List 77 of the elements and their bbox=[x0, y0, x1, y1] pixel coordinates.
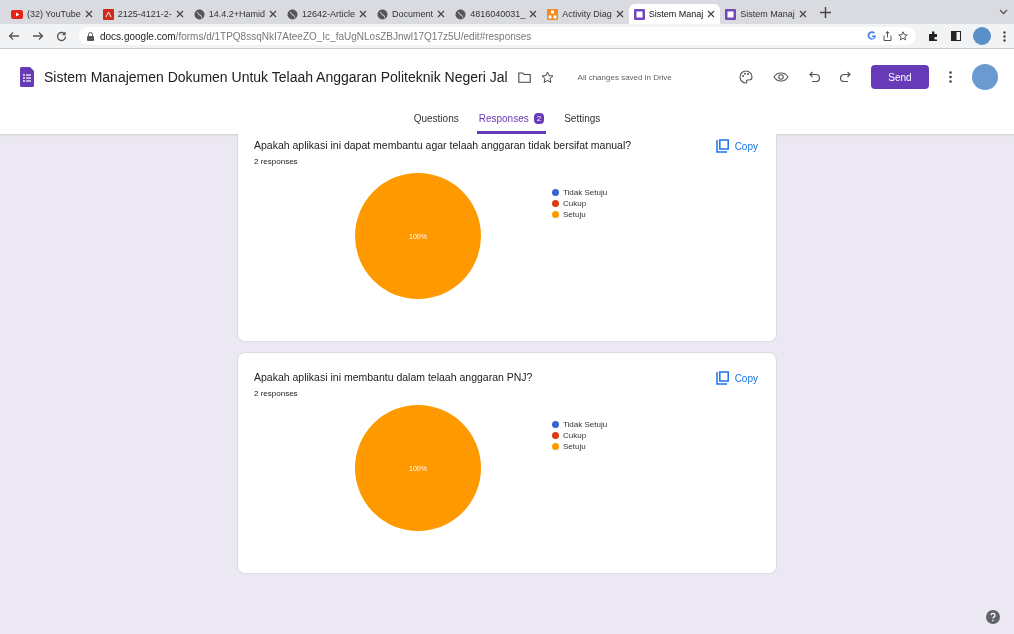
document-icon bbox=[102, 8, 114, 20]
close-icon[interactable] bbox=[529, 10, 538, 18]
question-text: Apakah aplikasi ini dapat membantu agar telaah anggaran tidak bersifat manual? bbox=[254, 139, 632, 151]
avatar[interactable] bbox=[972, 64, 998, 90]
legend-dot bbox=[552, 200, 559, 207]
response-count: 2 responses bbox=[254, 389, 299, 398]
close-icon[interactable] bbox=[437, 10, 446, 18]
forward-arrow-icon[interactable] bbox=[32, 31, 44, 41]
close-icon[interactable] bbox=[175, 10, 184, 18]
address-field[interactable]: docs.google.com/forms/d/1TPQ8ssqNkI7AteeZO_Ic_faUgNLosZBJnwl17Q17z5U/edit#responses bbox=[79, 27, 916, 45]
panel-icon[interactable] bbox=[951, 31, 961, 41]
more-vertical-icon[interactable] bbox=[949, 71, 952, 83]
video-play-icon bbox=[11, 9, 23, 19]
copy-button[interactable]: Copy bbox=[715, 139, 758, 153]
browser-tab[interactable]: Document bbox=[372, 4, 451, 24]
close-icon[interactable] bbox=[707, 10, 716, 18]
copy-button[interactable]: Copy bbox=[715, 371, 758, 385]
legend-label: Tidak Setuju bbox=[563, 188, 608, 197]
close-icon[interactable] bbox=[615, 10, 624, 18]
star-icon[interactable] bbox=[540, 70, 554, 84]
reload-icon[interactable] bbox=[56, 30, 67, 42]
palette-icon[interactable] bbox=[739, 70, 753, 84]
form-icon bbox=[633, 8, 645, 20]
browser-tab[interactable]: 14.4.2+Hamid bbox=[188, 4, 283, 24]
legend-dot bbox=[552, 432, 559, 439]
close-icon[interactable] bbox=[84, 10, 93, 18]
browser-tab[interactable]: Sistem Manaj bbox=[720, 4, 812, 24]
globe-icon bbox=[455, 8, 467, 20]
browser-tab[interactable]: (32) YouTube bbox=[6, 4, 98, 24]
browser-tab[interactable]: Activity Diag bbox=[542, 4, 629, 24]
help-icon[interactable] bbox=[986, 610, 1000, 624]
puzzle-icon[interactable] bbox=[928, 30, 939, 42]
chevron-down-icon[interactable] bbox=[999, 9, 1008, 15]
legend-dot bbox=[552, 211, 559, 218]
close-icon[interactable] bbox=[359, 10, 368, 18]
legend-dot bbox=[552, 421, 559, 428]
copy-icon bbox=[715, 371, 729, 385]
undo-icon[interactable] bbox=[809, 71, 820, 83]
legend-label: Cukup bbox=[563, 199, 587, 208]
avatar[interactable] bbox=[973, 27, 991, 45]
form-icon bbox=[725, 8, 737, 20]
form-title[interactable]: Sistem Manajemen Dokumen Untuk Telaah Anggaran Politeknik Negeri Jal bbox=[44, 69, 508, 85]
globe-icon bbox=[193, 8, 205, 20]
browser-tab[interactable]: Sistem Manaj bbox=[628, 4, 721, 24]
legend-dot bbox=[552, 443, 559, 450]
lock-icon bbox=[87, 31, 94, 41]
send-button[interactable]: Send bbox=[871, 65, 929, 89]
share-icon[interactable] bbox=[883, 31, 892, 41]
star-icon[interactable] bbox=[898, 31, 908, 41]
browser-tab[interactable]: 2125-4121-2- bbox=[97, 4, 189, 24]
legend-dot bbox=[552, 189, 559, 196]
google-g-icon[interactable] bbox=[867, 31, 877, 41]
globe-icon bbox=[287, 8, 299, 20]
browser-tab[interactable]: 4816040031_ bbox=[450, 4, 543, 24]
legend-label: Setuju bbox=[563, 442, 586, 451]
form-tab[interactable]: Questions bbox=[411, 105, 461, 134]
legend-label: Setuju bbox=[563, 210, 586, 219]
browser-tab[interactable]: 12642-Article bbox=[282, 4, 373, 24]
legend-label: Cukup bbox=[563, 431, 587, 440]
response-count: 2 responses bbox=[254, 157, 299, 166]
close-icon[interactable] bbox=[798, 10, 807, 18]
back-arrow-icon[interactable] bbox=[8, 31, 20, 41]
form-tab[interactable]: Settings bbox=[562, 105, 603, 134]
question-text: Apakah aplikasi ini membantu dalam telaah anggaran PNJ? bbox=[254, 371, 533, 383]
save-status: All changes saved in Drive bbox=[577, 72, 672, 82]
legend-label: Tidak Setuju bbox=[563, 420, 608, 429]
close-icon[interactable] bbox=[269, 10, 278, 18]
plus-icon[interactable] bbox=[819, 6, 831, 18]
more-vertical-icon[interactable] bbox=[1003, 30, 1006, 42]
copy-icon bbox=[715, 139, 729, 153]
globe-icon bbox=[377, 8, 389, 20]
count-badge: 2 bbox=[533, 112, 545, 124]
folder-icon[interactable] bbox=[517, 71, 531, 83]
diagram-icon bbox=[547, 8, 559, 20]
form-logo-icon bbox=[20, 67, 34, 87]
eye-icon[interactable] bbox=[773, 72, 789, 82]
redo-icon[interactable] bbox=[840, 71, 851, 83]
